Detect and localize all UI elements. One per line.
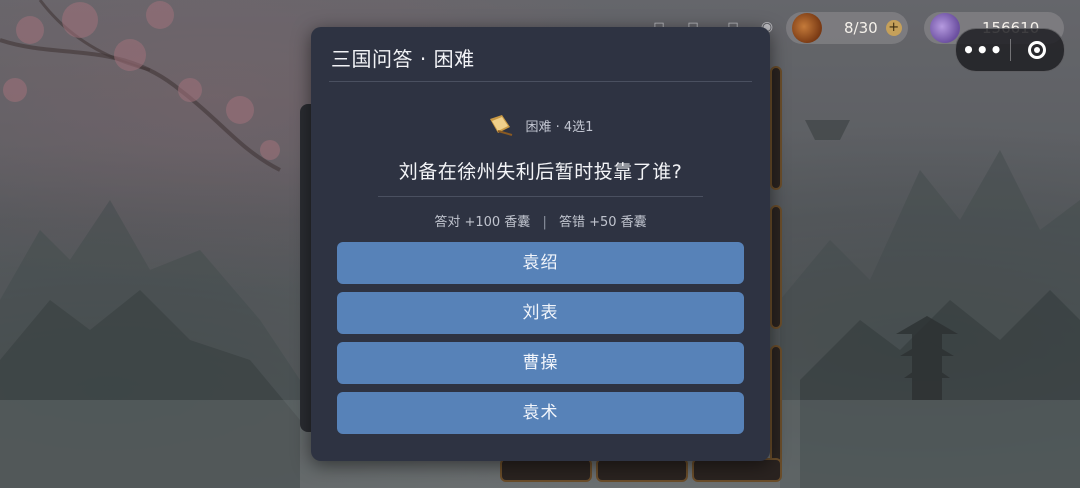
reward-wrong: 答错 +50 香囊: [558, 215, 647, 230]
answer-options: 袁绍 刘表 曹操 袁术: [337, 242, 744, 442]
money-bag-icon: [792, 13, 822, 43]
background-card: [770, 345, 782, 469]
difficulty-meta: 困难 · 4选1: [311, 113, 770, 137]
background-card: [770, 66, 782, 190]
answer-option-4[interactable]: 袁术: [337, 392, 744, 434]
title-divider: [329, 81, 752, 82]
background-card: [596, 458, 688, 482]
question-text: 刘备在徐州失利后暂时投靠了谁?: [398, 161, 683, 183]
more-menu-icon[interactable]: •••: [956, 38, 1010, 62]
difficulty-label: 困难 · 4选1: [525, 119, 594, 135]
miniprogram-capsule: •••: [955, 28, 1065, 72]
background-card: [500, 458, 592, 482]
reward-separator: |: [542, 215, 547, 230]
question-divider: [378, 196, 703, 197]
background-card: [692, 458, 782, 482]
reward-info: 答对 +100 香囊 | 答错 +50 香囊: [311, 211, 770, 230]
answer-option-2[interactable]: 刘表: [337, 292, 744, 334]
background-card: [770, 205, 782, 329]
answer-option-1[interactable]: 袁绍: [337, 242, 744, 284]
dialog-title: 三国问答 · 困难: [331, 47, 475, 71]
close-miniprogram-button[interactable]: [1010, 41, 1064, 59]
bag-count: 8/30: [844, 19, 878, 37]
scroll-quill-icon: [489, 115, 512, 136]
answer-option-3[interactable]: 曹操: [337, 342, 744, 384]
bag-counter[interactable]: 8/30 +: [786, 12, 908, 44]
target-close-icon: [1028, 41, 1047, 59]
reward-correct: 答对 +100 香囊: [434, 215, 531, 230]
quiz-dialog: 三国问答 · 困难 困难 · 4选1 刘备在徐州失利后暂时投靠了谁? 答对 +1…: [311, 27, 770, 461]
add-bag-icon[interactable]: +: [885, 20, 902, 36]
